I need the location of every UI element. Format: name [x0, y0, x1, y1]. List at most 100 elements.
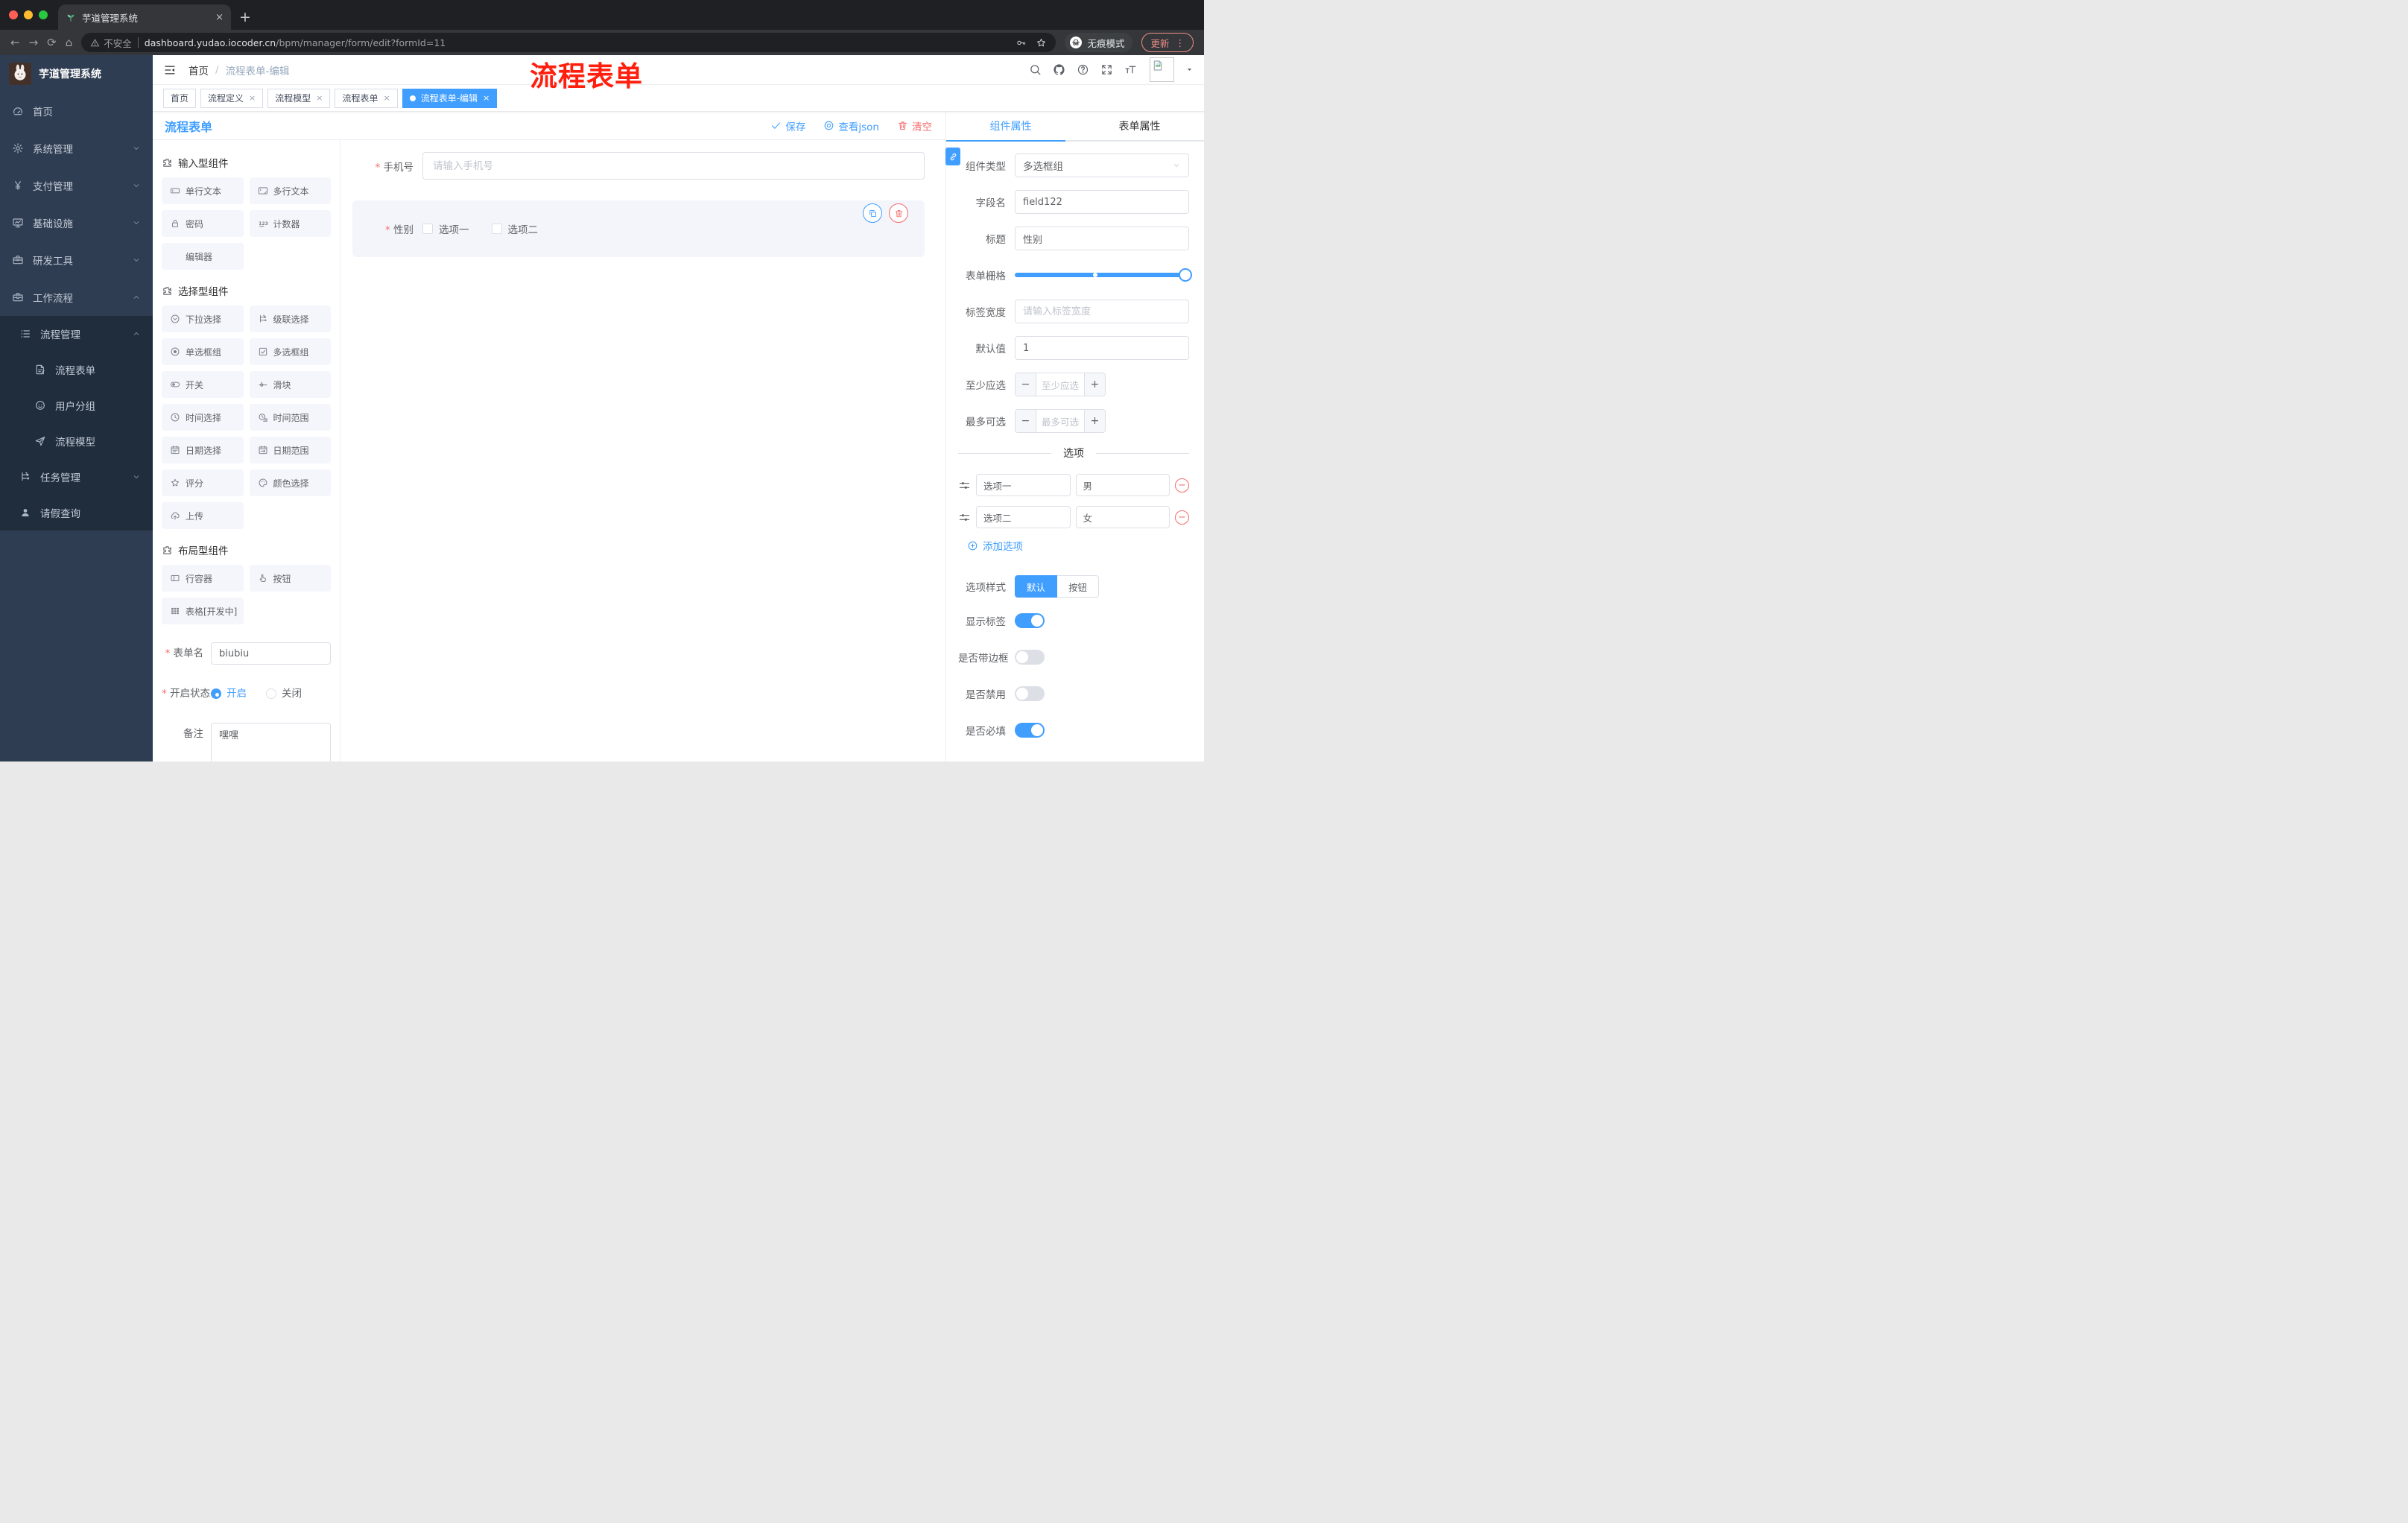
checkbox[interactable] — [422, 224, 433, 234]
form-canvas[interactable]: 手机号 性别 选项一 选项二 — [340, 140, 945, 762]
sidebar-item-infra[interactable]: 基础设施 — [0, 204, 153, 241]
show-label-switch[interactable] — [1015, 613, 1045, 628]
view-json-button[interactable]: 查看json — [823, 118, 879, 133]
label-width-input[interactable] — [1015, 300, 1189, 323]
style-button-button[interactable]: 按钮 — [1057, 575, 1100, 598]
tag-process-model[interactable]: 流程模型 × — [267, 88, 331, 108]
component-single-text[interactable]: 单行文本 — [162, 177, 244, 204]
tab-close-icon[interactable]: × — [215, 12, 224, 23]
sidebar-collapse-icon[interactable] — [163, 63, 177, 77]
component-password[interactable]: 密码 — [162, 210, 244, 237]
sidebar-item-home[interactable]: 首页 — [0, 92, 153, 130]
remark-textarea[interactable]: 嘿嘿 — [211, 723, 331, 762]
title-input[interactable] — [1015, 227, 1189, 250]
component-color-picker[interactable]: 颜色选择 — [249, 469, 331, 496]
component-table[interactable]: 表格[开发中] — [162, 598, 244, 624]
address-field[interactable]: 不安全 dashboard.yudao.iocoder.cn/bpm/manag… — [81, 33, 1056, 52]
password-key-icon[interactable] — [1016, 37, 1027, 48]
component-editor[interactable]: 编辑器 — [162, 243, 244, 270]
default-value-input[interactable] — [1015, 336, 1189, 360]
data-bind-tag[interactable] — [945, 148, 960, 165]
breadcrumb-home[interactable]: 首页 — [188, 63, 209, 77]
option-value-input[interactable] — [1075, 506, 1170, 528]
component-time-range[interactable]: 时间范围 — [249, 404, 331, 431]
phone-field-row[interactable]: 手机号 — [352, 152, 925, 180]
style-default-button[interactable]: 默认 — [1015, 575, 1058, 598]
duplicate-component-button[interactable] — [863, 203, 882, 223]
home-button[interactable]: ⌂ — [66, 37, 73, 48]
min-select-value[interactable]: 至少应选 — [1036, 373, 1084, 396]
drag-handle-icon[interactable] — [958, 479, 971, 492]
sidebar-item-process-form[interactable]: 流程表单 — [0, 352, 153, 387]
fullscreen-icon[interactable] — [1100, 63, 1113, 76]
sidebar-item-process-mgmt[interactable]: 流程管理 — [0, 316, 153, 352]
help-icon[interactable] — [1077, 63, 1089, 76]
tag-home[interactable]: 首页 — [163, 88, 197, 108]
sidebar-item-process-model[interactable]: 流程模型 — [0, 423, 153, 459]
component-row-container[interactable]: 行容器 — [162, 565, 244, 592]
form-name-input[interactable] — [211, 642, 331, 665]
component-select[interactable]: 下拉选择 — [162, 305, 244, 332]
delete-component-button[interactable] — [889, 203, 908, 223]
required-switch[interactable] — [1015, 723, 1045, 738]
component-multi-text[interactable]: 多行文本 — [249, 177, 331, 204]
increase-button[interactable]: + — [1084, 410, 1105, 432]
disabled-switch[interactable] — [1015, 686, 1045, 701]
forward-button[interactable]: → — [29, 37, 39, 48]
gender-option-2[interactable]: 选项二 — [491, 221, 538, 236]
phone-input[interactable] — [422, 152, 925, 180]
component-upload[interactable]: 上传 — [162, 502, 244, 529]
sidebar-item-user-group[interactable]: 用户分组 — [0, 387, 153, 423]
security-warning[interactable]: 不安全 — [90, 36, 132, 50]
component-checkbox-group[interactable]: 多选框组 — [249, 338, 331, 365]
sidebar-item-payment[interactable]: 支付管理 — [0, 167, 153, 204]
border-switch[interactable] — [1015, 650, 1045, 665]
gender-option-1[interactable]: 选项一 — [422, 221, 469, 236]
tab-component-props[interactable]: 组件属性 — [946, 112, 1075, 140]
option-value-input[interactable] — [1075, 474, 1170, 496]
back-button[interactable]: ← — [10, 37, 20, 48]
browser-update-button[interactable]: 更新 ⋮ — [1141, 33, 1194, 52]
option-name-input[interactable] — [976, 506, 1071, 528]
sidebar-item-leave-query[interactable]: 请假查询 — [0, 495, 153, 531]
sidebar-item-task-mgmt[interactable]: 任务管理 — [0, 459, 153, 495]
slider-handle[interactable] — [1179, 268, 1192, 282]
drag-handle-icon[interactable] — [958, 511, 971, 524]
sidebar-item-devtools[interactable]: 研发工具 — [0, 241, 153, 279]
new-tab-button[interactable]: + — [234, 6, 256, 28]
close-icon[interactable]: × — [316, 93, 323, 103]
component-slider[interactable]: 滑块 — [249, 371, 331, 398]
decrease-button[interactable]: − — [1016, 410, 1036, 432]
remove-option-button[interactable]: − — [1175, 478, 1189, 493]
component-time-picker[interactable]: 时间选择 — [162, 404, 244, 431]
decrease-button[interactable]: − — [1016, 373, 1036, 396]
sidebar-item-workflow[interactable]: 工作流程 — [0, 279, 153, 316]
tab-form-props[interactable]: 表单属性 — [1075, 112, 1204, 140]
close-window-button[interactable] — [9, 10, 18, 19]
remove-option-button[interactable]: − — [1175, 510, 1189, 525]
minimize-window-button[interactable] — [24, 10, 33, 19]
option-name-input[interactable] — [976, 474, 1071, 496]
close-icon[interactable]: × — [384, 93, 390, 103]
avatar-caret-icon[interactable] — [1185, 66, 1194, 74]
clear-button[interactable]: 清空 — [897, 118, 932, 133]
form-grid-slider[interactable] — [1015, 263, 1192, 287]
bookmark-star-icon[interactable] — [1036, 37, 1047, 48]
search-icon[interactable] — [1029, 63, 1042, 76]
font-size-icon[interactable] — [1124, 63, 1137, 76]
max-select-value[interactable]: 最多可选 — [1036, 410, 1084, 432]
add-option-button[interactable]: 添加选项 — [958, 538, 1189, 553]
field-name-input[interactable] — [1015, 190, 1189, 214]
close-icon[interactable]: × — [249, 93, 256, 103]
increase-button[interactable]: + — [1084, 373, 1105, 396]
sidebar-item-system[interactable]: 系统管理 — [0, 130, 153, 167]
reload-button[interactable]: ⟳ — [47, 37, 57, 48]
gender-field-selected[interactable]: 性别 选项一 选项二 — [352, 200, 925, 257]
close-icon[interactable]: × — [483, 93, 489, 103]
status-on-radio[interactable]: 开启 — [211, 683, 247, 705]
component-switch[interactable]: 开关 — [162, 371, 244, 398]
tag-process-definition[interactable]: 流程定义 × — [200, 88, 264, 108]
avatar[interactable] — [1150, 57, 1174, 82]
maximize-window-button[interactable] — [39, 10, 48, 19]
component-radio-group[interactable]: 单选框组 — [162, 338, 244, 365]
